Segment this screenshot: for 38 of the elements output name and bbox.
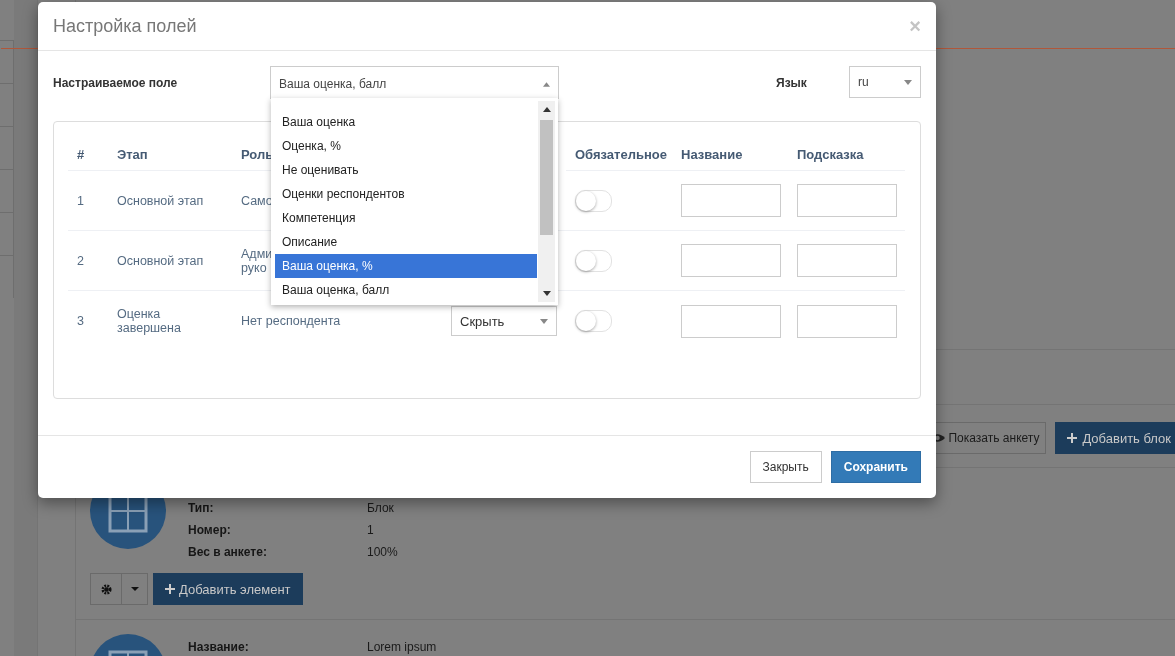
- column-header: Этап: [117, 147, 148, 162]
- add-element-button[interactable]: Добавить элемент: [153, 573, 303, 605]
- field-select[interactable]: Ваша оценка, балл: [270, 66, 559, 99]
- field-label: Тип:: [188, 501, 215, 515]
- column-header: Название: [681, 147, 743, 162]
- dropdown-option[interactable]: Описание: [275, 230, 537, 254]
- field-label: Номер:: [188, 523, 232, 537]
- column-header: Обязательное: [575, 147, 667, 162]
- dropdown-option[interactable]: Не оценивать: [275, 158, 537, 182]
- field-value: 100%: [367, 545, 398, 559]
- dropdown-option[interactable]: Ваша оценка: [275, 110, 537, 134]
- visibility-select[interactable]: Скрыть: [451, 306, 557, 336]
- table-cell: Нет респондента: [241, 314, 341, 328]
- field-value: 1: [367, 523, 374, 537]
- table-cell: Основной этап: [117, 193, 204, 208]
- column-header: Подсказка: [797, 147, 864, 162]
- dialog-title: Настройка полей: [53, 15, 197, 37]
- dialog-button[interactable]: Закрыть: [749, 451, 822, 483]
- table-cell: 2: [77, 253, 84, 268]
- dropdown-option[interactable]: Компетенция: [275, 206, 537, 230]
- language-label: Язык: [776, 75, 808, 90]
- table-cell: Адми руко: [241, 246, 273, 275]
- table-cell: Основной этап: [117, 253, 204, 268]
- table-cell: 1: [77, 193, 84, 208]
- dropdown-option[interactable]: Ваша оценка, балл: [275, 278, 537, 302]
- field-label: Название:: [188, 640, 250, 654]
- table-cell-text: Оценка завершена: [117, 307, 182, 335]
- field-value: Блок: [367, 501, 394, 515]
- dropdown-option[interactable]: Ваша оценка, %: [275, 254, 537, 278]
- toolbar-button[interactable]: Добавить блок: [1055, 422, 1175, 454]
- dropdown-option[interactable]: Оценка, %: [275, 134, 537, 158]
- field-label: Настраиваемое поле: [53, 75, 179, 90]
- dialog-button[interactable]: Сохранить: [830, 451, 921, 483]
- field-label: Вес в анкете:: [188, 545, 268, 559]
- column-header: #: [77, 147, 85, 162]
- language-select[interactable]: ru: [849, 66, 921, 98]
- table-cell: 3: [77, 314, 84, 328]
- dropdown-option[interactable]: Оценки респондентов: [275, 182, 537, 206]
